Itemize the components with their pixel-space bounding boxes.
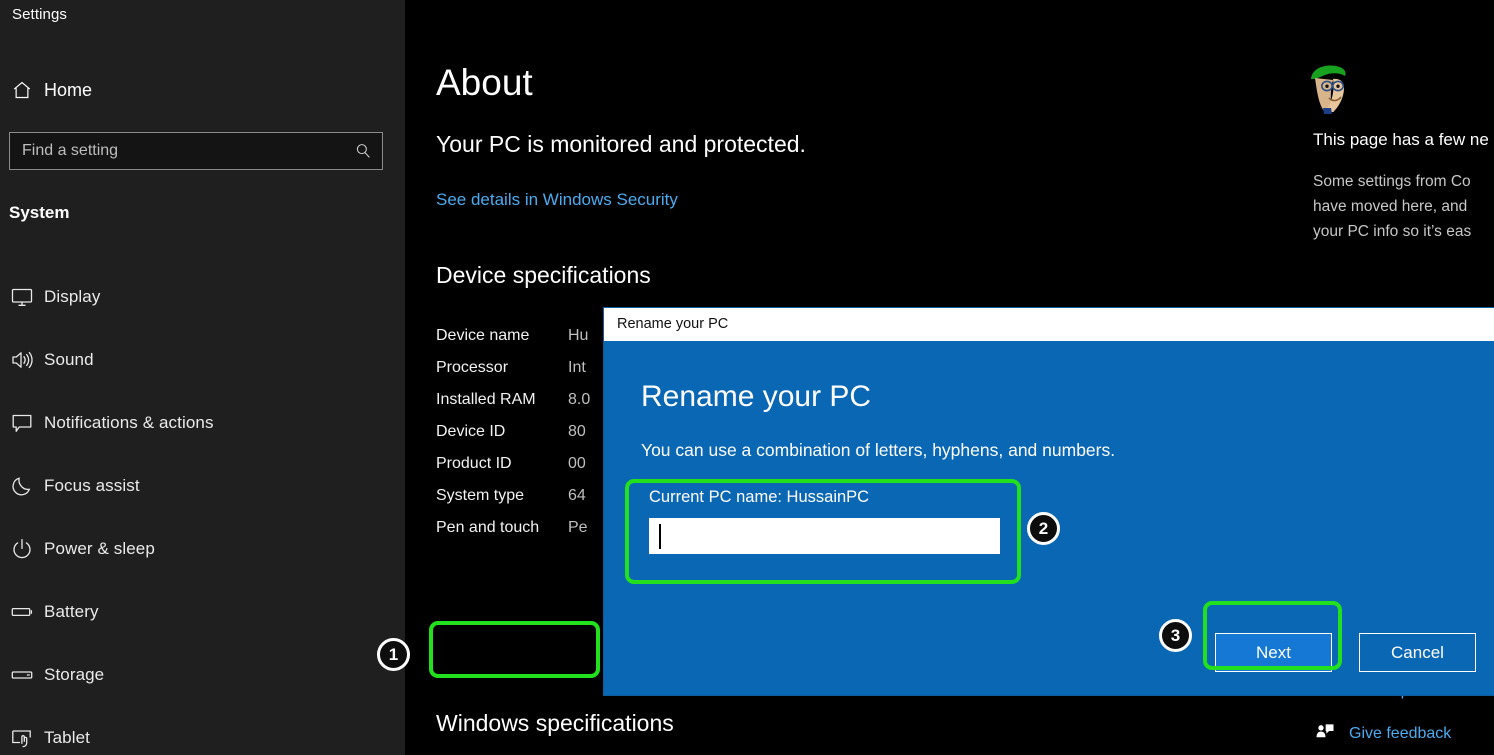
spec-key: Device ID	[436, 423, 568, 441]
spec-value: 64	[568, 487, 586, 505]
device-specifications-table: Device name Hu Processor Int Installed R…	[436, 320, 590, 544]
search-input[interactable]	[10, 142, 344, 160]
sidebar-item-display[interactable]: Display	[0, 265, 405, 328]
current-pc-name-label: Current PC name: HussainPC	[649, 488, 869, 507]
windows-specifications-heading: Windows specifications	[436, 710, 674, 737]
home-icon	[0, 79, 44, 101]
spec-key: Installed RAM	[436, 391, 568, 409]
step-badge-1: 1	[377, 638, 410, 671]
speaker-icon	[0, 348, 44, 372]
page-title: About	[436, 62, 533, 104]
search-icon[interactable]	[344, 142, 382, 160]
dialog-subtitle: You can use a combination of letters, hy…	[641, 440, 1115, 461]
sidebar-item-notifications[interactable]: Notifications & actions	[0, 391, 405, 454]
sidebar-item-storage-label: Storage	[44, 665, 104, 685]
step-badge-2: 2	[1027, 512, 1060, 545]
table-row: Installed RAM 8.0	[436, 384, 590, 416]
power-icon	[0, 537, 44, 561]
table-row: Device name Hu	[436, 320, 590, 352]
sidebar-item-focus-assist[interactable]: Focus assist	[0, 454, 405, 517]
monitor-icon	[0, 285, 44, 309]
sidebar-group-title: System	[9, 203, 69, 223]
sidebar-item-home-label: Home	[44, 80, 92, 101]
sidebar-item-focus-assist-label: Focus assist	[44, 476, 140, 496]
give-feedback-label: Give feedback	[1349, 725, 1451, 743]
give-feedback-link[interactable]: Give feedback	[1315, 721, 1451, 746]
spec-value: 80	[568, 423, 586, 441]
table-row: Device ID 80	[436, 416, 590, 448]
app-title: Settings	[12, 6, 67, 23]
spec-key: Product ID	[436, 455, 568, 473]
rename-pc-dialog: Rename your PC Rename your PC You can us…	[604, 308, 1494, 695]
text-caret	[659, 524, 661, 549]
spec-value: 00	[568, 455, 586, 473]
pc-name-input[interactable]	[649, 518, 1000, 554]
table-row: Product ID 00	[436, 448, 590, 480]
sidebar-item-home[interactable]: Home	[0, 72, 405, 108]
pc-name-field-group: Current PC name: HussainPC	[638, 477, 1010, 572]
tip-body: Some settings from Co have moved here, a…	[1313, 169, 1494, 244]
sidebar-item-notifications-label: Notifications & actions	[44, 413, 214, 433]
windows-security-link[interactable]: See details in Windows Security	[436, 190, 678, 210]
tip-body-line: your PC info so it’s eas	[1313, 219, 1494, 244]
dialog-titlebar-label: Rename your PC	[617, 316, 728, 332]
device-specifications-heading: Device specifications	[436, 262, 651, 289]
drive-icon	[0, 663, 44, 687]
chat-bubble-icon	[0, 411, 44, 435]
sidebar-item-tablet[interactable]: Tablet	[0, 706, 405, 755]
dialog-heading: Rename your PC	[641, 380, 871, 414]
search-box[interactable]	[9, 132, 383, 170]
tip-body-line: have moved here, and	[1313, 194, 1494, 219]
spec-key: Pen and touch	[436, 519, 568, 537]
sidebar-item-battery-label: Battery	[44, 602, 99, 622]
moon-icon	[0, 474, 44, 498]
sidebar-item-power-sleep-label: Power & sleep	[44, 539, 155, 559]
tip-heading: This page has a few ne	[1313, 130, 1494, 150]
tablet-hand-icon	[0, 726, 44, 750]
sidebar-item-storage[interactable]: Storage	[0, 643, 405, 706]
spec-value: Hu	[568, 327, 588, 345]
table-row: Pen and touch Pe	[436, 512, 590, 544]
sidebar-nav-list: Display Sound	[0, 265, 405, 755]
protection-status: Your PC is monitored and protected.	[436, 131, 806, 158]
dialog-titlebar: Rename your PC	[604, 308, 1494, 341]
battery-icon	[0, 600, 44, 624]
sidebar-item-tablet-label: Tablet	[44, 728, 90, 748]
cartoon-character-icon	[1305, 62, 1353, 116]
spec-key: System type	[436, 487, 568, 505]
table-row: Processor Int	[436, 352, 590, 384]
spec-value: Int	[568, 359, 586, 377]
cancel-button[interactable]: Cancel	[1359, 633, 1476, 672]
spec-value: Pe	[568, 519, 588, 537]
sidebar-item-sound-label: Sound	[44, 350, 94, 370]
spec-key: Processor	[436, 359, 568, 377]
spec-value: 8.0	[568, 391, 590, 409]
next-button[interactable]: Next	[1215, 633, 1332, 672]
sidebar: Settings Home System	[0, 0, 405, 755]
sidebar-item-sound[interactable]: Sound	[0, 328, 405, 391]
table-row: System type 64	[436, 480, 590, 512]
settings-window: Settings Home System	[0, 0, 1494, 755]
sidebar-item-power-sleep[interactable]: Power & sleep	[0, 517, 405, 580]
spec-key: Device name	[436, 327, 568, 345]
step-badge-3: 3	[1159, 619, 1192, 652]
sidebar-item-display-label: Display	[44, 287, 100, 307]
sidebar-item-battery[interactable]: Battery	[0, 580, 405, 643]
tip-body-line: Some settings from Co	[1313, 169, 1494, 194]
feedback-person-icon	[1315, 721, 1335, 746]
